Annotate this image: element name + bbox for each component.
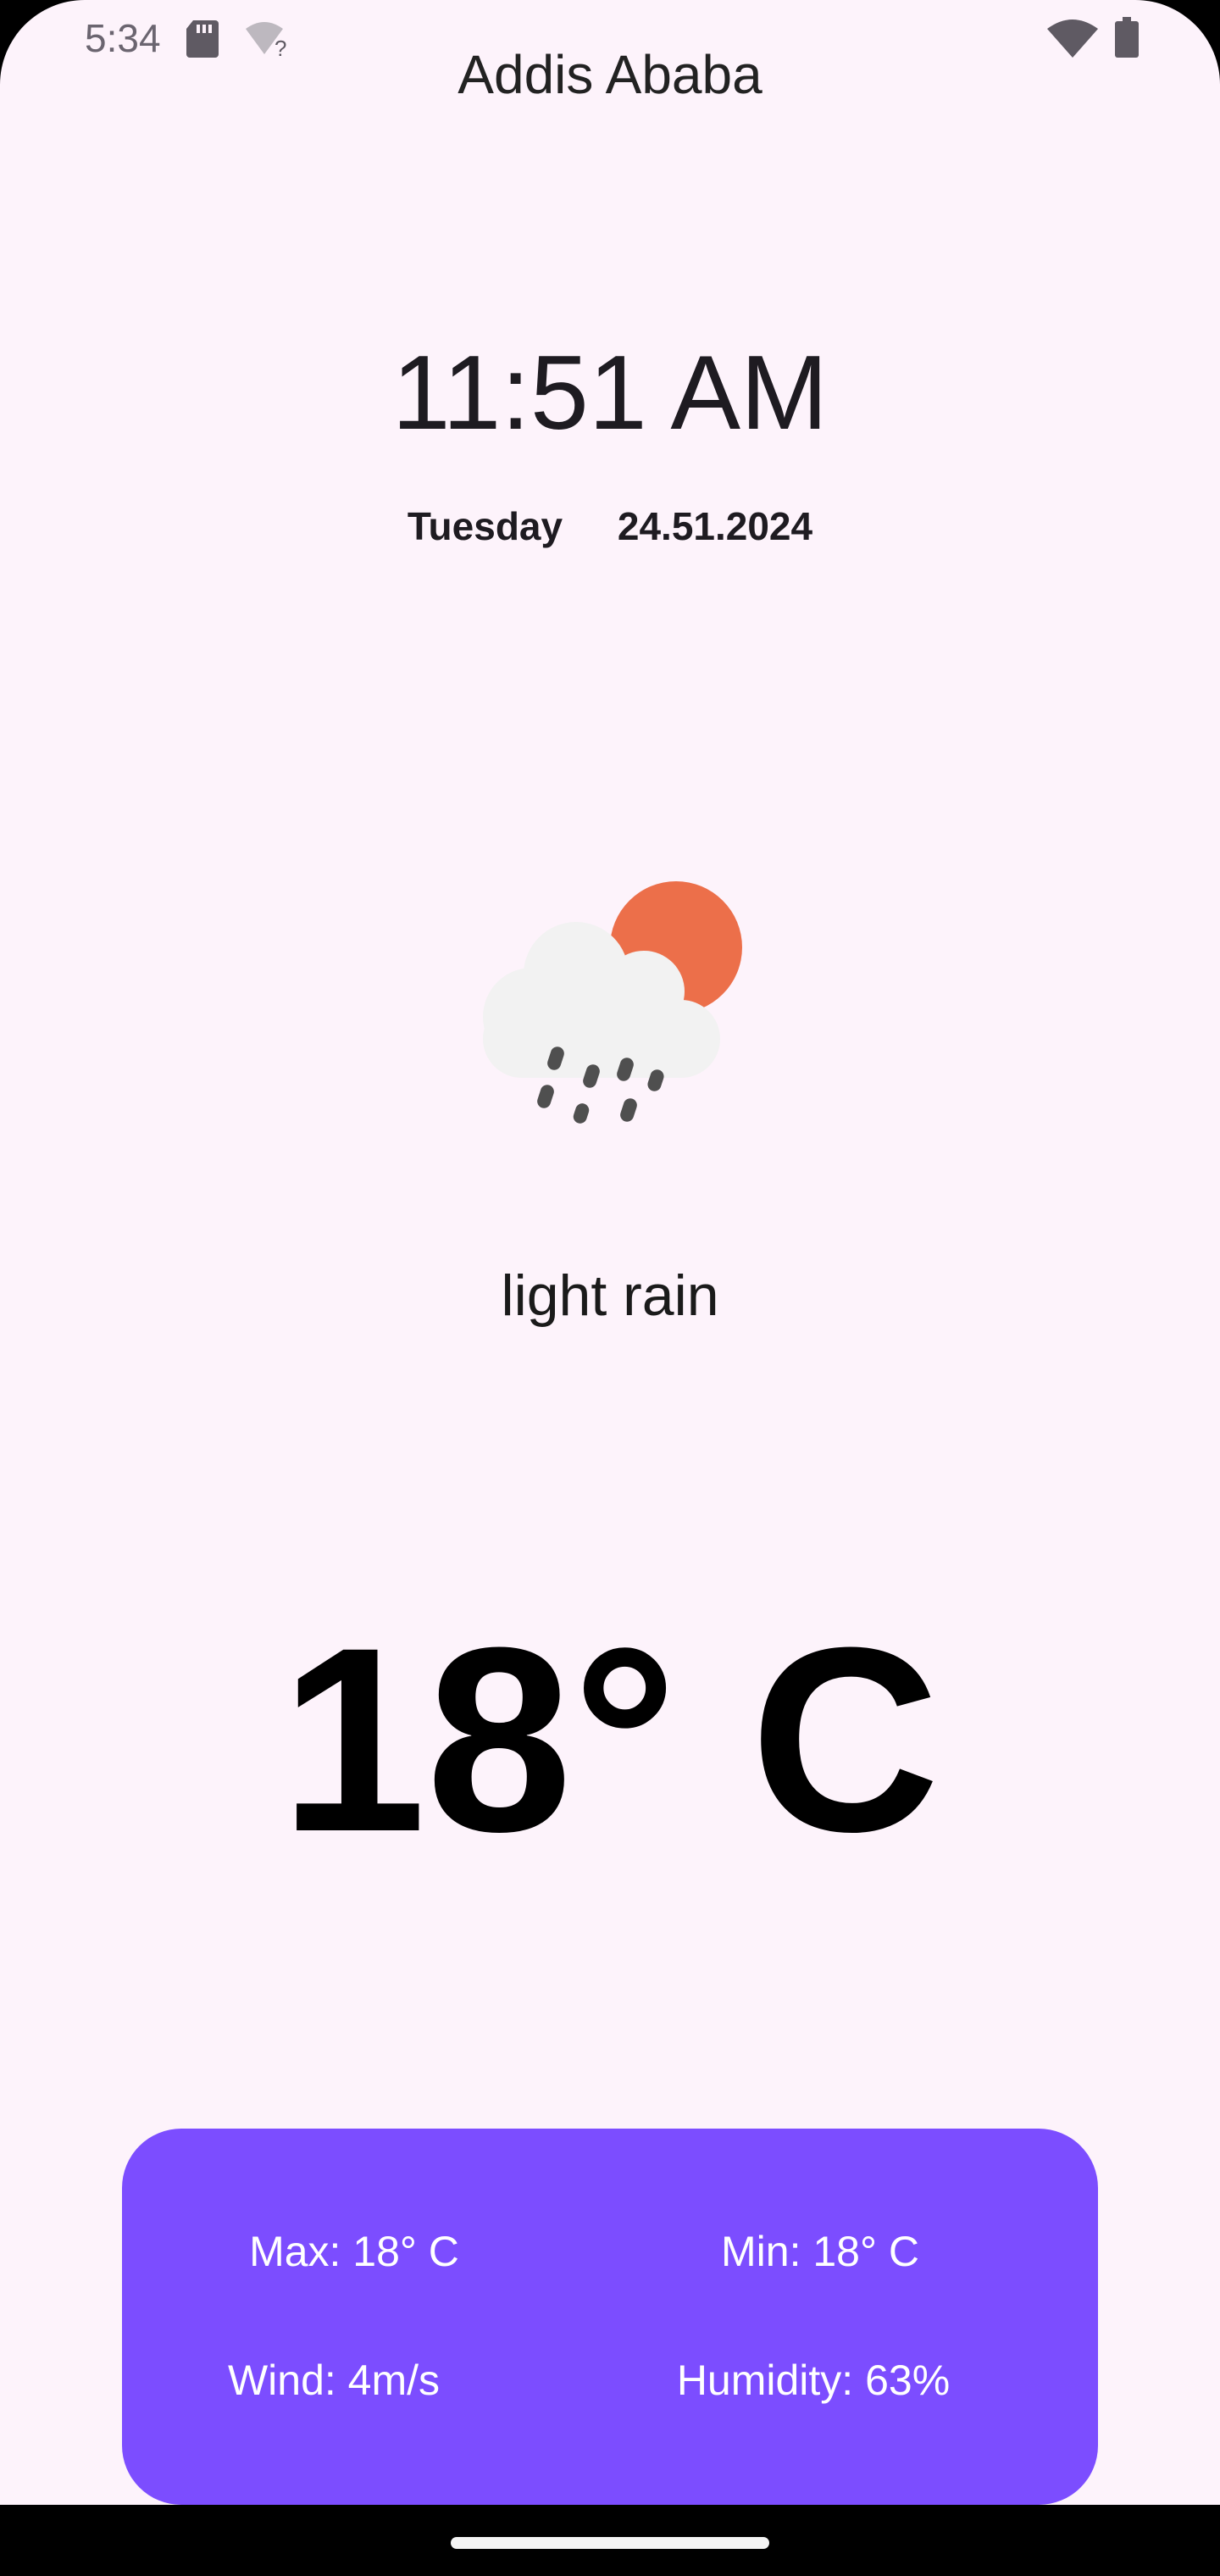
day-label: Tuesday (407, 504, 563, 548)
wifi-icon (1047, 19, 1098, 58)
svg-text:?: ? (274, 36, 286, 58)
status-bar: 5:34 ? (0, 0, 1220, 76)
navigation-bar-background (0, 2505, 1220, 2576)
date-label: 24.51.2024 (617, 504, 813, 548)
status-time: 5:34 (85, 16, 161, 60)
min-temperature: Min: 18° C (721, 2228, 919, 2275)
weather-details-card: Max: 18° C Min: 18° C Wind: 4m/s Humidit… (122, 2129, 1098, 2505)
wind-speed: Wind: 4m/s (227, 2357, 441, 2404)
humidity: Humidity: 63% (676, 2357, 951, 2404)
status-bar-background (0, 0, 1220, 49)
current-time: 11:51 AM (391, 335, 829, 452)
cloud-sun-rain-icon (483, 881, 742, 1124)
sd-card-icon (186, 20, 219, 58)
battery-icon (1115, 17, 1139, 58)
max-temperature: Max: 18° C (249, 2228, 459, 2275)
date-row: Tuesday 24.51.2024 (0, 503, 1220, 549)
wifi-question-icon: ? (246, 22, 286, 58)
temperature: 18° C (280, 1592, 940, 1886)
home-gesture-handle[interactable] (451, 2537, 769, 2549)
app-screen: Addis Ababa 5:34 ? 11:51 AM Tuesday 24.5… (0, 0, 1220, 2576)
weather-description: light rain (501, 1263, 719, 1328)
